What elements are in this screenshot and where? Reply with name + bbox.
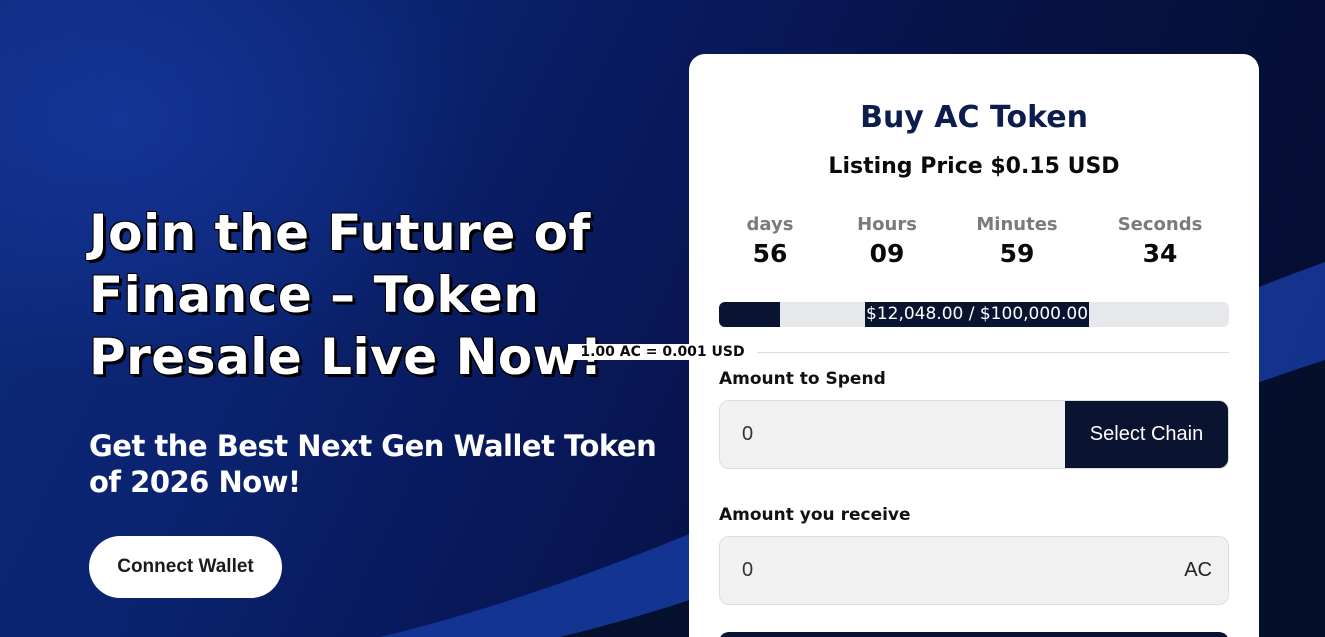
exchange-rate: 1.00 AC = 0.001 USD <box>0 343 1325 361</box>
countdown-label: days <box>746 214 794 235</box>
countdown-value: 09 <box>869 239 905 268</box>
countdown-label: Seconds <box>1117 214 1203 235</box>
countdown-days: days 56 <box>710 214 830 268</box>
receive-unit: AC <box>1184 559 1212 581</box>
amount-you-receive-box: AC <box>719 536 1229 605</box>
countdown-label: Minutes <box>976 214 1058 235</box>
raised-amount-text: $12,048.00 / $100,000.00 <box>865 302 1090 327</box>
countdown-hours: Hours 09 <box>827 214 947 268</box>
countdown-value: 34 <box>1142 239 1178 268</box>
exchange-rate-text: 1.00 AC = 0.001 USD <box>568 344 757 360</box>
listing-price: Listing Price $0.15 USD <box>828 154 1120 179</box>
countdown-value: 56 <box>752 239 788 268</box>
raised-progress-fill <box>719 302 781 327</box>
select-chain-button[interactable]: Select Chain <box>1065 401 1228 468</box>
hero-subtitle: Get the Best Next Gen Wallet Token of 20… <box>89 429 657 499</box>
amount-you-receive-label: Amount you receive <box>719 505 911 525</box>
amount-to-spend-label: Amount to Spend <box>719 369 886 389</box>
countdown-value: 59 <box>999 239 1035 268</box>
widget-title: Buy AC Token <box>860 100 1088 135</box>
connect-wallet-button[interactable]: Connect Wallet <box>89 536 282 598</box>
buy-button[interactable] <box>719 632 1229 637</box>
amount-to-spend-box: Select Chain <box>719 400 1229 469</box>
amount-to-spend-input[interactable] <box>720 401 1067 468</box>
countdown-label: Hours <box>857 214 917 235</box>
countdown-seconds: Seconds 34 <box>1100 214 1220 268</box>
countdown-minutes: Minutes 59 <box>957 214 1077 268</box>
amount-you-receive-input[interactable] <box>720 537 1160 604</box>
